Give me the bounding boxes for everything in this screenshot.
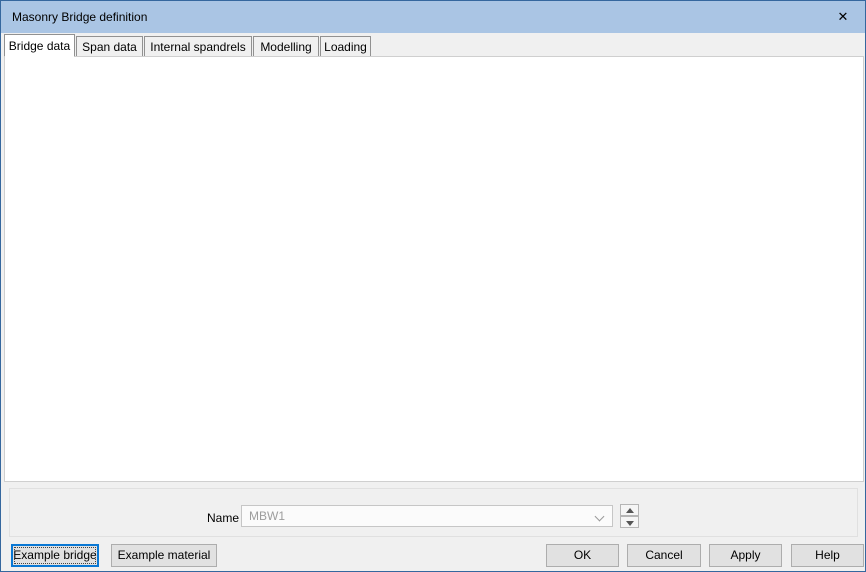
name-spinner [620, 504, 639, 528]
example-bridge-button[interactable]: Example bridge [11, 544, 99, 567]
dialog-title: Masonry Bridge definition [12, 1, 147, 33]
ok-button[interactable]: OK [546, 544, 619, 567]
tab-modelling[interactable]: Modelling [253, 36, 319, 57]
close-icon[interactable]: ✕ [821, 1, 865, 33]
triangle-down-icon [626, 521, 634, 526]
triangle-up-icon [626, 508, 634, 513]
tab-span-data[interactable]: Span data [76, 36, 143, 57]
bridge-data-page [4, 56, 864, 482]
tab-internal-spandrels[interactable]: Internal spandrels [144, 36, 252, 57]
tab-loading[interactable]: Loading [320, 36, 371, 57]
help-button[interactable]: Help [791, 544, 864, 567]
masonry-bridge-dialog: Masonry Bridge definition ✕ Bridge data … [0, 0, 866, 572]
apply-button[interactable]: Apply [709, 544, 782, 567]
tab-bridge-data[interactable]: Bridge data [4, 34, 75, 57]
cancel-button[interactable]: Cancel [627, 544, 701, 567]
example-material-button[interactable]: Example material [111, 544, 217, 567]
name-label: Name [207, 511, 239, 525]
spinner-down-button[interactable] [620, 516, 639, 528]
name-value: MBW1 [249, 506, 285, 526]
title-bar: Masonry Bridge definition ✕ [1, 1, 865, 33]
chevron-down-icon[interactable] [596, 513, 604, 521]
spinner-up-button[interactable] [620, 504, 639, 516]
name-combobox[interactable]: MBW1 [241, 505, 613, 527]
